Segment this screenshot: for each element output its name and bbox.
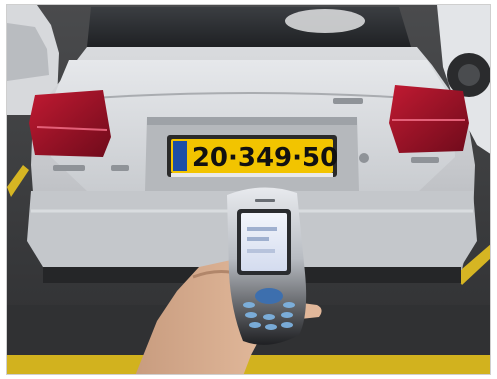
phone-screen <box>241 213 287 271</box>
plate-country-strip <box>173 141 187 171</box>
scene-svg <box>7 5 490 374</box>
phone-nav-key <box>255 288 283 304</box>
brand-emblem <box>359 153 369 163</box>
photo: 20·349·50 <box>0 0 497 379</box>
photo-frame: 20·349·50 <box>6 4 491 375</box>
taillight-left <box>29 90 111 157</box>
license-plate-number: 20·349·50 <box>191 143 339 173</box>
model-badge <box>333 98 363 104</box>
rear-window <box>87 7 411 47</box>
